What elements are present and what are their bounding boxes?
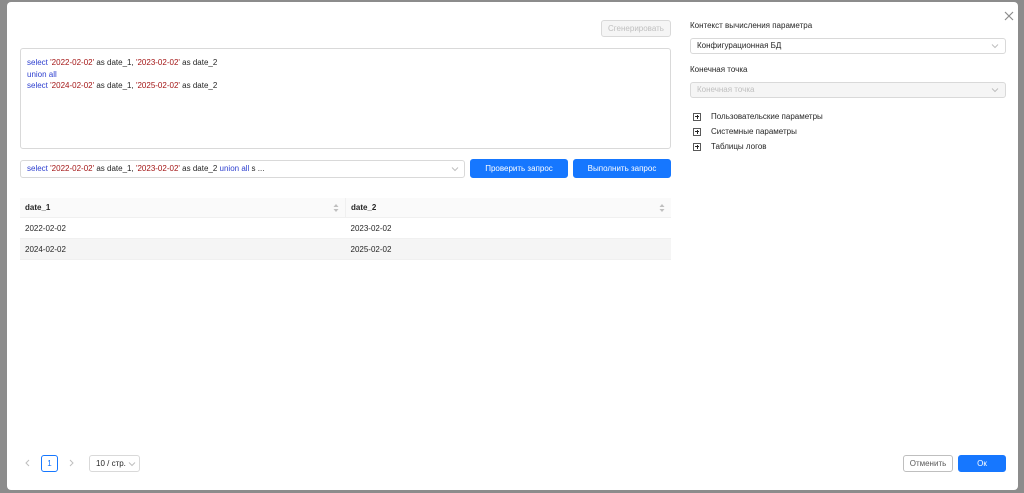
table-cell: 2025-02-02 bbox=[350, 245, 392, 254]
code-token: as date_2 bbox=[179, 164, 220, 173]
code-token: s ... bbox=[249, 164, 265, 173]
endpoint-select[interactable]: Конечная точка bbox=[690, 82, 1006, 98]
code-token: union all bbox=[27, 69, 57, 79]
column-header-date-2[interactable]: date_2 bbox=[345, 198, 671, 217]
editor-line: select '2024-02-02' as date_1, '2025-02-… bbox=[27, 80, 664, 92]
code-token: '2025-02-02' bbox=[135, 81, 180, 90]
code-token: '2024-02-02' bbox=[50, 81, 95, 90]
sort-icon[interactable] bbox=[333, 203, 339, 213]
pagination: 1 10 / стр. bbox=[20, 454, 140, 472]
tree-item-label: Таблицы логов bbox=[711, 142, 767, 151]
query-select-value: select '2022-02-02' as date_1, '2023-02-… bbox=[27, 164, 264, 173]
endpoint-placeholder: Конечная точка bbox=[697, 85, 755, 94]
table-cell: 2024-02-02 bbox=[25, 245, 66, 254]
page-number-current[interactable]: 1 bbox=[41, 454, 58, 472]
code-token: as date_1, bbox=[94, 164, 136, 173]
tree-item-label: Системные параметры bbox=[711, 127, 797, 136]
chevron-down-icon bbox=[128, 461, 136, 466]
code-token: select bbox=[27, 58, 48, 67]
ok-button[interactable]: Ок bbox=[958, 455, 1006, 472]
context-select[interactable]: Конфигурационная БД bbox=[690, 38, 1006, 54]
chevron-left-icon[interactable] bbox=[20, 455, 36, 471]
tree-item-log-tables[interactable]: Таблицы логов bbox=[690, 139, 1007, 154]
code-token: as date_2 bbox=[179, 58, 218, 67]
page-size-value: 10 / стр. bbox=[96, 458, 126, 468]
tree-item-label: Пользовательские параметры bbox=[711, 112, 823, 121]
endpoint-label: Конечная точка bbox=[690, 65, 748, 74]
context-select-value: Конфигурационная БД bbox=[697, 41, 782, 50]
code-token: union all bbox=[219, 164, 250, 173]
query-select[interactable]: select '2022-02-02' as date_1, '2023-02-… bbox=[20, 160, 465, 178]
editor-line: union all bbox=[27, 69, 664, 81]
parameter-tree: Пользовательские параметры Системные пар… bbox=[690, 109, 1007, 154]
code-token: as date_1, bbox=[94, 58, 136, 67]
table-header: date_1 date_2 bbox=[20, 198, 671, 218]
sort-icon[interactable] bbox=[659, 203, 665, 213]
plus-square-icon[interactable] bbox=[693, 142, 701, 151]
code-token: as date_1, bbox=[94, 81, 136, 90]
table-row: 2024-02-02 2025-02-02 bbox=[20, 239, 671, 260]
chevron-right-icon[interactable] bbox=[63, 455, 79, 471]
cancel-button[interactable]: Отменить bbox=[903, 455, 953, 472]
code-token: '2022-02-02' bbox=[50, 164, 95, 173]
table-cell: 2022-02-02 bbox=[25, 224, 66, 233]
code-token: '2023-02-02' bbox=[135, 58, 180, 67]
page-size-select[interactable]: 10 / стр. bbox=[89, 454, 140, 472]
code-token: '2023-02-02' bbox=[135, 164, 180, 173]
results-table: date_1 date_2 2022-02-02 2023-02-02 2024… bbox=[20, 198, 671, 260]
column-header-label: date_1 bbox=[25, 203, 51, 212]
tree-item-system-params[interactable]: Системные параметры bbox=[690, 124, 1007, 139]
sql-editor[interactable]: select '2022-02-02' as date_1, '2023-02-… bbox=[20, 48, 671, 149]
code-token: select bbox=[27, 164, 48, 173]
run-query-button[interactable]: Выполнить запрос bbox=[573, 159, 671, 178]
check-query-button[interactable]: Проверить запрос bbox=[470, 159, 568, 178]
code-token: '2022-02-02' bbox=[50, 58, 95, 67]
context-label: Контекст вычисления параметра bbox=[690, 21, 813, 30]
column-header-date-1[interactable]: date_1 bbox=[20, 198, 345, 217]
code-token: select bbox=[27, 81, 48, 90]
table-row: 2022-02-02 2023-02-02 bbox=[20, 218, 671, 239]
parameter-panel: Контекст вычисления параметра Конфигурац… bbox=[690, 20, 1007, 154]
editor-line: select '2022-02-02' as date_1, '2023-02-… bbox=[27, 57, 664, 69]
generate-button[interactable]: Сгенерировать bbox=[601, 20, 671, 37]
chevron-down-icon bbox=[991, 88, 999, 93]
code-token: as date_2 bbox=[179, 81, 218, 90]
query-dialog: Сгенерировать select '2022-02-02' as dat… bbox=[7, 2, 1018, 490]
chevron-down-icon bbox=[451, 167, 459, 172]
plus-square-icon[interactable] bbox=[693, 112, 701, 121]
chevron-down-icon bbox=[991, 44, 999, 49]
plus-square-icon[interactable] bbox=[693, 127, 701, 136]
table-cell: 2023-02-02 bbox=[350, 224, 392, 233]
tree-item-user-params[interactable]: Пользовательские параметры bbox=[690, 109, 1007, 124]
column-header-label: date_2 bbox=[351, 203, 377, 212]
